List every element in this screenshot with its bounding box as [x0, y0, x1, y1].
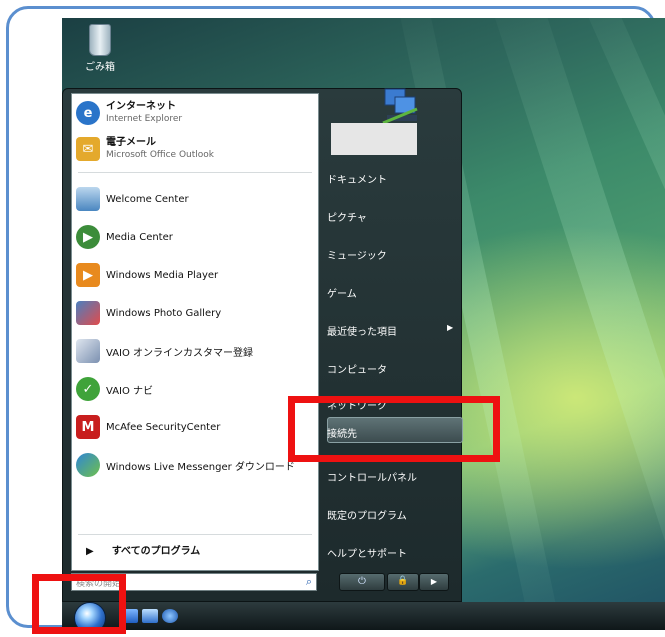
lock-icon: 🔒 [397, 576, 409, 586]
chevron-right-icon: ▶ [430, 577, 438, 586]
lock-button[interactable]: 🔒 [387, 573, 419, 591]
vaio-navi-icon: ✓ [76, 377, 100, 401]
power-icon: ⏻ [358, 576, 366, 587]
recent-item-label: Welcome Center [106, 193, 189, 205]
pinned-item-title: 電子メール [106, 137, 156, 148]
pinned-item-email[interactable]: ✉ 電子メール Microsoft Office Outlook [76, 134, 316, 164]
user-name-box [331, 123, 417, 155]
menu-item-label: コンピュータ [327, 365, 387, 376]
menu-item-label: ゲーム [327, 289, 357, 300]
recent-item-vaio-navi[interactable]: ✓ VAIO ナビ [76, 374, 316, 404]
menu-item-documents[interactable]: ドキュメント [327, 171, 387, 186]
all-programs-label: すべてのプログラム [111, 546, 201, 557]
pinned-item-title: インターネット [106, 101, 176, 112]
highlight-connect-to [288, 396, 500, 462]
chevron-right-icon: ▶ [86, 546, 94, 557]
messenger-icon [76, 453, 100, 477]
network-user-picture [377, 87, 423, 127]
start-menu: e インターネット Internet Explorer ✉ 電子メール Micros… [62, 87, 463, 602]
menu-item-label: 最近使った項目 [327, 327, 397, 338]
start-menu-left-pane: e インターネット Internet Explorer ✉ 電子メール Micros… [71, 93, 319, 571]
highlight-start-button [32, 574, 126, 634]
pinned-item-subtitle: Internet Explorer [106, 114, 183, 124]
menu-item-recent-items[interactable]: 最近使った項目 ▶ [327, 323, 453, 338]
menu-item-music[interactable]: ミュージック [327, 247, 387, 262]
menu-item-label: ピクチャ [327, 213, 367, 224]
recent-item-media-center[interactable]: ▶ Media Center [76, 222, 316, 252]
recycle-bin[interactable]: ごみ箱 [80, 24, 120, 73]
taskbar [62, 602, 665, 630]
menu-item-help-support[interactable]: ヘルプとサポート [327, 545, 407, 560]
recent-item-label: McAfee SecurityCenter [106, 421, 221, 433]
recycle-bin-label: ごみ箱 [85, 62, 115, 73]
power-button[interactable]: ⏻ [339, 573, 385, 591]
pinned-item-subtitle: Microsoft Office Outlook [106, 150, 214, 160]
media-center-icon: ▶ [76, 225, 100, 249]
welcome-center-icon [76, 187, 100, 211]
outlook-mail-icon: ✉ [76, 137, 100, 161]
recent-item-welcome-center[interactable]: Welcome Center [76, 184, 316, 214]
menu-item-default-programs[interactable]: 既定のプログラム [327, 507, 407, 522]
recent-item-label: Media Center [106, 231, 173, 243]
pinned-item-internet[interactable]: e インターネット Internet Explorer [76, 98, 316, 128]
menu-separator [78, 534, 312, 535]
recent-item-label: Windows Media Player [106, 269, 219, 281]
submenu-arrow-icon: ▶ [447, 323, 454, 332]
search-icon[interactable]: ⌕ [306, 575, 312, 589]
internet-explorer-icon: e [76, 101, 100, 125]
recent-item-media-player[interactable]: ▶ Windows Media Player [76, 260, 316, 290]
recent-item-label: VAIO ナビ [106, 385, 154, 397]
menu-item-label: ミュージック [327, 251, 387, 262]
shutdown-options-button[interactable]: ▶ [419, 573, 449, 591]
vaio-registration-icon [76, 339, 100, 363]
menu-item-pictures[interactable]: ピクチャ [327, 209, 367, 224]
recycle-bin-icon [89, 24, 111, 56]
photo-gallery-icon [76, 301, 100, 325]
menu-item-label: ヘルプとサポート [327, 549, 407, 560]
desktop: ごみ箱 e インターネット Internet Explorer ✉ 電子メール Mi… [62, 18, 665, 630]
recent-item-label: VAIO オンラインカスタマー登録 [106, 347, 254, 359]
menu-item-computer[interactable]: コンピュータ [327, 361, 387, 376]
recent-item-label: Windows Photo Gallery [106, 307, 222, 319]
menu-item-control-panel[interactable]: コントロールパネル [327, 469, 417, 484]
recent-item-vaio-registration[interactable]: VAIO オンラインカスタマー登録 [76, 336, 316, 366]
menu-separator [78, 172, 312, 173]
menu-item-label: ドキュメント [327, 175, 387, 186]
recent-item-mcafee[interactable]: M McAfee SecurityCenter [76, 412, 316, 442]
menu-item-label: コントロールパネル [327, 473, 417, 484]
media-player-icon: ▶ [76, 263, 100, 287]
menu-item-label: 既定のプログラム [327, 511, 407, 522]
mcafee-icon: M [76, 415, 100, 439]
all-programs-button[interactable]: ▶ すべてのプログラム [86, 542, 200, 557]
recent-item-photo-gallery[interactable]: Windows Photo Gallery [76, 298, 316, 328]
menu-item-games[interactable]: ゲーム [327, 285, 357, 300]
recent-item-label: Windows Live Messenger ダウンロード [106, 461, 295, 473]
switch-windows-icon[interactable] [142, 609, 158, 623]
internet-explorer-quicklaunch-icon[interactable] [162, 609, 178, 623]
